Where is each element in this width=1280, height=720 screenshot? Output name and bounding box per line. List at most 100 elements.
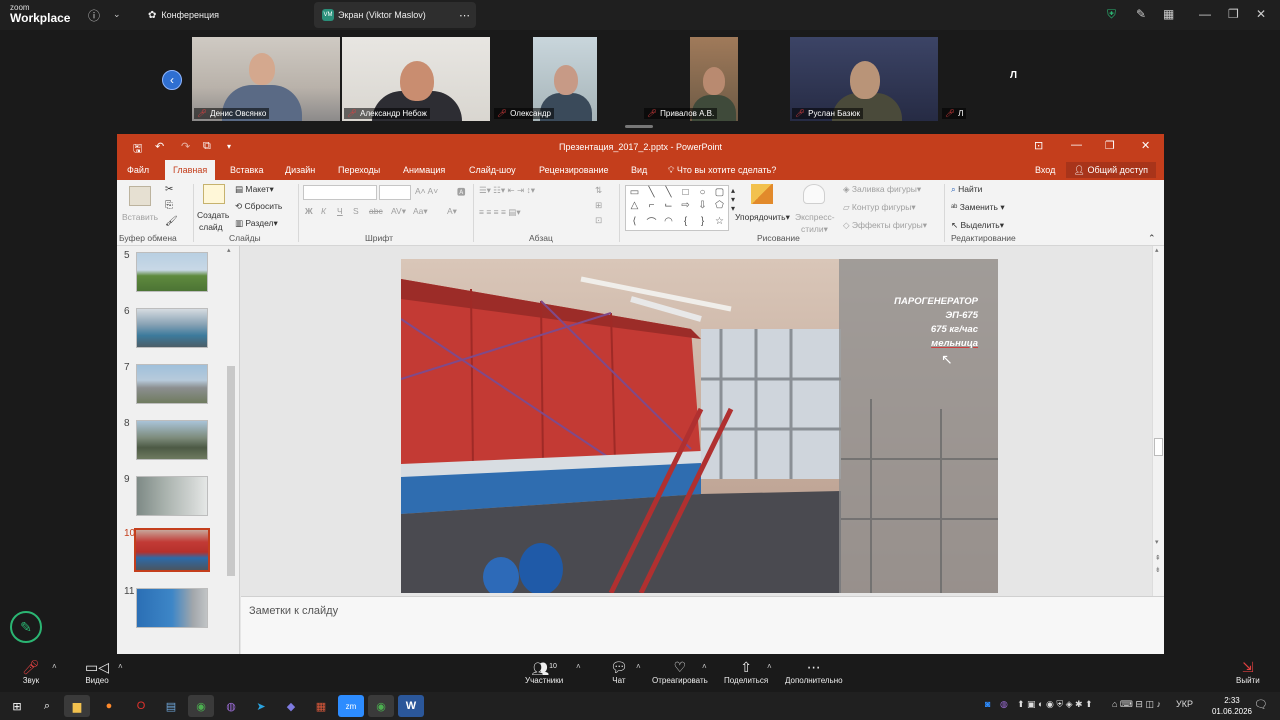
italic-icon[interactable]: К	[321, 206, 326, 216]
slide-thumbnail[interactable]: 7	[117, 362, 229, 412]
shape-effects-button[interactable]: ◇ Эффекты фигуры▾	[843, 220, 927, 231]
start-icon[interactable]: ⊞	[4, 695, 30, 717]
quick-styles-button-line2[interactable]: стили▾	[801, 224, 828, 235]
new-slide-button-line2[interactable]: слайд	[199, 222, 223, 232]
ribbon-display-icon[interactable]: ⊡	[1034, 139, 1043, 152]
maximize-icon[interactable]: ❐	[1228, 7, 1239, 21]
clear-format-icon[interactable]: 🅰︎	[457, 186, 466, 198]
tab-home[interactable]: Главная	[165, 160, 216, 180]
participants-options-icon[interactable]: ˄	[576, 662, 581, 671]
viber-icon[interactable]: ◍	[218, 695, 244, 717]
more-icon[interactable]: ⋯	[459, 9, 470, 22]
system-tray-icons[interactable]: ⌂ ⌨ ⊟ ◫ ♪	[1112, 699, 1161, 710]
layout-icon[interactable]: ▦	[1163, 7, 1174, 21]
slide-thumbnail[interactable]: 6	[117, 306, 229, 356]
shape-fill-button[interactable]: ◈ Заливка фигуры▾	[843, 184, 921, 195]
zoom-tray-icon[interactable]: ◙	[985, 699, 990, 709]
tab-review[interactable]: Рецензирование	[539, 160, 609, 180]
star-icon[interactable]: ☆	[715, 216, 724, 227]
gallery-scroll-icon[interactable]: ▴ ▾ ▾	[731, 186, 735, 213]
font-size-grow-icon[interactable]: A˄ A˅	[415, 186, 438, 196]
paste-icon[interactable]	[129, 186, 151, 206]
close-icon[interactable]: ✕	[1141, 139, 1150, 152]
bullets-icon[interactable]: ☰▾ ☷▾ ⇤ ⇥ ↕▾	[479, 185, 535, 196]
font-size-input[interactable]	[379, 185, 411, 200]
slide-thumbnail[interactable]: 8	[117, 418, 229, 468]
pentagon-icon[interactable]: ⬠	[715, 200, 724, 211]
search-icon[interactable]: ⌕	[34, 695, 60, 717]
participant-tile[interactable]: 🎤︎ Л	[940, 37, 966, 121]
thumbnails-scrollbar[interactable]: ▴	[225, 246, 237, 654]
share-button[interactable]: 👤︎ Общий доступ	[1065, 162, 1156, 178]
shield-icon[interactable]: ⛨	[1107, 7, 1116, 22]
tab-slideshow[interactable]: Слайд-шоу	[469, 160, 516, 180]
file-explorer-icon[interactable]: ▆	[64, 695, 90, 717]
tab-conference[interactable]: ✿ Конференция	[140, 2, 227, 28]
storage-app-icon[interactable]: ▤	[158, 695, 184, 717]
notifications-icon[interactable]: 🗨︎	[1254, 698, 1268, 711]
align-icons[interactable]: ≡ ≡ ≡ ≡ ▤▾	[479, 207, 521, 218]
participant-tile[interactable]: 🎤︎ Денис Овсянко	[192, 37, 340, 121]
slide-scrollbar[interactable]: ▴ ▾ ⇞ ⇟	[1152, 246, 1164, 596]
reset-button[interactable]: ⟲ Сбросить	[235, 201, 282, 212]
chat-button[interactable]: 💬︎ Чат	[610, 658, 628, 685]
pen-icon[interactable]: ✎	[1136, 7, 1146, 21]
reactions-button[interactable]: ♡ Отреагировать	[652, 658, 708, 685]
arrange-icon[interactable]	[751, 184, 773, 204]
brace-icon[interactable]: }	[701, 216, 704, 227]
tell-me[interactable]: 💡︎ Что вы хотите сделать?	[668, 160, 776, 180]
participant-tile[interactable]: 🎤︎ Привалов А.В.	[642, 37, 790, 121]
more-button[interactable]: ⋯ Дополнительно	[785, 658, 843, 685]
firefox-icon[interactable]: ●	[96, 695, 122, 717]
rect-shape-icon[interactable]: □	[682, 187, 688, 198]
chrome-icon[interactable]: ◉	[188, 695, 214, 717]
oval-shape-icon[interactable]: ○	[699, 187, 705, 198]
spacing-icon[interactable]: AV▾	[391, 206, 406, 217]
tab-insert[interactable]: Вставка	[230, 160, 263, 180]
word-icon[interactable]: W	[398, 695, 424, 717]
curve-icon[interactable]: ⌒	[647, 214, 657, 229]
section-button[interactable]: ▥ Раздел▾	[235, 218, 278, 229]
clock[interactable]: 2:33 01.06.2026	[1212, 695, 1252, 717]
annotate-button[interactable]: ✎	[10, 611, 42, 643]
archiver-icon[interactable]: ▦	[308, 695, 334, 717]
arrow-right-icon[interactable]: ⇨	[681, 200, 689, 211]
audio-button[interactable]: 🎤︎ Звук	[22, 658, 40, 685]
language-indicator[interactable]: УКР	[1176, 699, 1193, 709]
video-options-icon[interactable]: ˄	[118, 662, 123, 671]
cut-icon[interactable]: ✂	[165, 184, 173, 195]
arc-icon[interactable]: ◠	[664, 216, 673, 227]
share-options-icon[interactable]: ˄	[767, 662, 772, 671]
strikethrough-icon[interactable]: abc	[369, 206, 383, 216]
gallery-prev-button[interactable]: ‹	[162, 70, 182, 90]
next-slide-icon[interactable]: ⇟	[1155, 566, 1161, 574]
collapse-ribbon-icon[interactable]: ⌃	[1148, 233, 1156, 244]
participants-button[interactable]: 👥︎10 Участники	[525, 658, 563, 685]
telegram-icon[interactable]: ➤	[248, 695, 274, 717]
scroll-up-icon[interactable]: ▴	[227, 246, 231, 254]
scrollbar-thumb[interactable]	[1154, 438, 1163, 456]
align-text-icon[interactable]: ⊞	[595, 200, 602, 211]
quick-styles-icon[interactable]	[803, 184, 825, 204]
connector-icon[interactable]: ⌙	[664, 200, 672, 211]
viber-tray-icon[interactable]: ◍	[1000, 699, 1008, 710]
info-icon[interactable]: ⓘ	[88, 7, 100, 24]
restore-icon[interactable]: ❐	[1105, 139, 1115, 152]
slide-thumbnail[interactable]: 5	[117, 250, 229, 300]
smartart-icon[interactable]: ⊡	[595, 215, 602, 226]
shapes-gallery[interactable]: ▭ ╲ ╲ □ ○ ▢ △ ⌐ ⌙ ⇨ ⇩ ⬠ ⟨ ⌒ ◠ { } ☆	[625, 185, 729, 231]
tab-transitions[interactable]: Переходы	[338, 160, 380, 180]
slide-thumbnail[interactable]: 9	[117, 474, 229, 524]
line-shape-icon[interactable]: ╲	[665, 187, 671, 198]
replace-button[interactable]: ᵃᵇ Заменить ▾	[951, 202, 1005, 213]
tab-screen-share[interactable]: VM Экран (Viktor Maslov) ⋯	[314, 2, 476, 28]
opera-icon[interactable]: O	[128, 695, 154, 717]
layout-button[interactable]: ▤ Макет▾	[235, 184, 274, 195]
scrollbar-thumb[interactable]	[227, 366, 235, 576]
prev-slide-icon[interactable]: ⇞	[1155, 554, 1161, 562]
bold-icon[interactable]: Ж	[305, 206, 313, 216]
signin-link[interactable]: Вход	[1035, 160, 1055, 180]
chat-options-icon[interactable]: ˄	[636, 662, 641, 671]
participant-tile[interactable]: 🎤︎ Руслан Базюк	[790, 37, 938, 121]
select-button[interactable]: ↖ Выделить▾	[951, 220, 1004, 231]
